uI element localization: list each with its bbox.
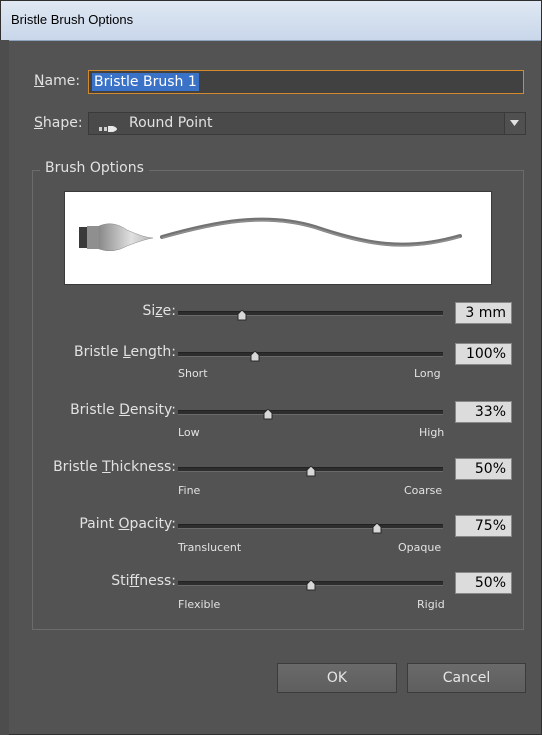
bristle-thickness-slider-thumb[interactable] <box>306 462 316 477</box>
size-slider[interactable] <box>178 311 443 316</box>
name-input[interactable]: Bristle Brush 1 <box>88 70 524 94</box>
ok-button[interactable]: OK <box>277 663 397 693</box>
bristle-length-slider[interactable] <box>178 352 443 357</box>
bristle-thickness-label: Bristle Thickness: <box>53 459 176 475</box>
name-value: Bristle Brush 1 <box>92 73 199 91</box>
bristle-length-max-label: Long <box>414 367 441 380</box>
paint-opacity-min-label: Translucent <box>178 541 242 554</box>
bristle-density-min-label: Low <box>178 426 200 439</box>
shape-dropdown[interactable]: Round Point <box>88 112 526 135</box>
bristle-density-slider-thumb[interactable] <box>263 405 273 420</box>
chevron-down-icon <box>510 120 519 126</box>
size-slider-thumb[interactable] <box>237 306 247 321</box>
title-bar: Bristle Brush Options <box>1 1 541 41</box>
bristle-length-min-label: Short <box>178 367 208 380</box>
bristle-length-label: Bristle Length: <box>73 344 176 360</box>
bristle-thickness-min-label: Fine <box>178 484 201 497</box>
stiffness-slider-thumb[interactable] <box>306 576 316 591</box>
round-point-brush-icon <box>99 119 123 138</box>
shape-value: Round Point <box>129 115 213 131</box>
bristle-thickness-value[interactable]: 50% <box>455 458 512 480</box>
bristle-thickness-max-label: Coarse <box>404 484 443 497</box>
cancel-button[interactable]: Cancel <box>407 663 526 693</box>
paint-opacity-slider[interactable] <box>178 524 443 529</box>
window-title: Bristle Brush Options <box>11 12 134 27</box>
paint-opacity-value[interactable]: 75% <box>455 515 512 537</box>
bristle-density-label: Bristle Density: <box>70 402 176 418</box>
paint-opacity-slider-thumb[interactable] <box>372 519 382 534</box>
shape-label: Shape: <box>34 115 83 131</box>
size-value[interactable]: 3 mm <box>455 302 512 324</box>
size-label: Size: <box>142 303 176 319</box>
brush-preview <box>64 191 492 285</box>
bristle-density-slider[interactable] <box>178 410 443 415</box>
stiffness-max-label: Rigid <box>417 598 445 611</box>
name-label: Name: <box>34 73 81 89</box>
dropdown-arrow[interactable] <box>504 113 525 134</box>
bristle-length-slider-thumb[interactable] <box>250 347 260 362</box>
bristle-length-value[interactable]: 100% <box>455 343 512 365</box>
stiffness-value[interactable]: 50% <box>455 572 512 594</box>
stiffness-label: Stiffness: <box>111 573 176 589</box>
brush-tip-icon <box>79 223 154 252</box>
brush-options-title: Brush Options <box>40 160 149 176</box>
paint-opacity-label: Paint Opacity: <box>79 516 176 532</box>
bristle-density-max-label: High <box>419 426 445 439</box>
window-edge <box>0 40 9 735</box>
paint-opacity-max-label: Opaque <box>398 541 442 554</box>
bristle-density-value[interactable]: 33% <box>455 401 512 423</box>
stiffness-min-label: Flexible <box>178 598 221 611</box>
